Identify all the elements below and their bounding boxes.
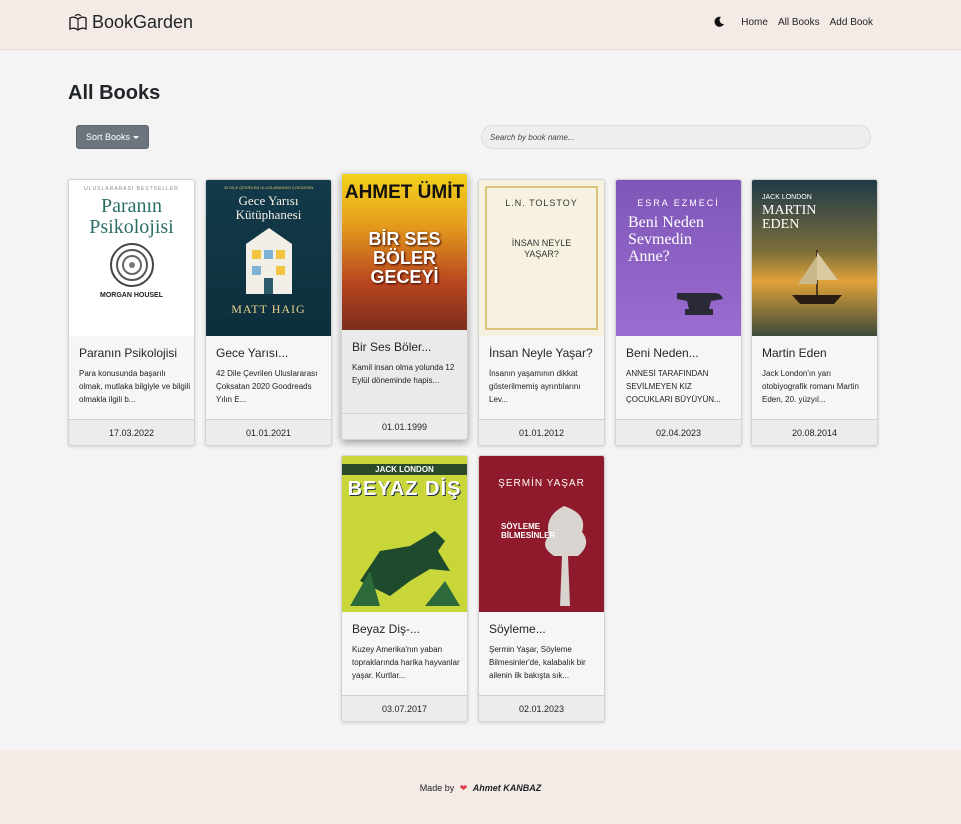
cover-title: Paranın Psikolojisi	[89, 195, 174, 238]
book-date: 17.03.2022	[69, 419, 194, 445]
cover-title: BEYAZ DİŞ	[347, 478, 462, 500]
cover-title: Beni Neden Sevmedin Anne?	[628, 214, 704, 265]
footer-author: Ahmet KANBAZ	[472, 783, 542, 793]
book-title: Paranın Psikolojisi	[79, 346, 178, 360]
book-cover: L.N. TOLSTOY İNSAN NEYLE YAŞAR?	[479, 180, 604, 336]
nav-home-link[interactable]: Home	[741, 17, 768, 28]
house-illustration-icon	[246, 228, 292, 294]
cover-author: ESRA EZMECİ	[637, 198, 720, 208]
book-date: 01.01.2021	[206, 419, 331, 445]
book-date: 02.04.2023	[616, 419, 741, 445]
book-description: Jack London'ın yarı otobiyografik romanı…	[762, 369, 859, 404]
search-input[interactable]	[481, 125, 871, 149]
book-cover: 42 DİLE ÇEVRİLEN ULUSLARARASI ÇOKSATAN G…	[206, 180, 331, 336]
book-description: Kamil insan olma yolunda 12 Eylül dönemi…	[352, 363, 455, 385]
cover-author: JACK LONDON	[762, 194, 812, 201]
caret-down-icon	[133, 135, 140, 139]
book-title: Bir Ses Böler...	[352, 340, 432, 354]
footer-made-by: Made by	[419, 783, 455, 793]
cover-author: ŞERMİN YAŞAR	[498, 478, 585, 489]
cover-author: JACK LONDON	[342, 464, 467, 475]
book-title: Söyleme...	[489, 622, 546, 636]
sort-books-label: Sort Books	[85, 132, 131, 142]
wolf-illustration-icon	[350, 531, 460, 606]
book-cover: AHMET ÜMİT BİR SES BÖLER GECEYİ	[342, 174, 467, 330]
book-description: ANNESİ TARAFINDAN SEVİLMEYEN KIZ ÇOCUKLA…	[626, 369, 721, 404]
book-description: Para konusunda başarılı olmak, mutlaka b…	[79, 369, 191, 404]
book-date: 01.01.2012	[479, 419, 604, 445]
cover-title: SÖYLEME BİLMESİNLER	[501, 522, 556, 540]
cover-tagline: 42 DİLE ÇEVRİLEN ULUSLARARASI ÇOKSATAN	[223, 185, 314, 190]
book-card[interactable]: ESRA EZMECİ Beni Neden Sevmedin Anne? Be…	[615, 179, 742, 446]
book-date: 03.07.2017	[342, 695, 467, 721]
book-card[interactable]: JACK LONDON BEYAZ DİŞ Beyaz Diş-... Kuze…	[341, 455, 468, 722]
tree-illustration-icon	[545, 506, 587, 606]
book-title: Beni Neden...	[626, 346, 699, 360]
book-logo-icon	[69, 13, 87, 31]
book-cover: ŞERMİN YAŞAR SÖYLEME BİLMESİNLER	[479, 456, 604, 612]
book-card[interactable]: JACK LONDON MARTIN EDEN Martin Eden Jack…	[751, 179, 878, 446]
moon-icon[interactable]	[713, 16, 725, 28]
book-cover: ULUSLARARASI BESTSELLER Paranın Psikoloj…	[69, 180, 194, 336]
cover-author: AHMET ÜMİT	[344, 182, 465, 203]
book-title: İnsan Neyle Yaşar?	[489, 346, 593, 360]
cover-title: MARTIN EDEN	[762, 203, 817, 232]
book-card[interactable]: ULUSLARARASI BESTSELLER Paranın Psikoloj…	[68, 179, 195, 446]
book-description: Kuzey Amerika'nın yaban topraklarında ha…	[352, 645, 460, 680]
cover-author: L.N. TOLSTOY	[505, 198, 578, 208]
sailing-ship-icon	[792, 250, 842, 304]
cover-tagline: ULUSLARARASI BESTSELLER	[84, 186, 179, 192]
anvil-icon	[677, 293, 723, 315]
navbar: BookGarden Home All Books Add Book	[0, 0, 961, 50]
footer: Made by ❤ Ahmet KANBAZ	[0, 750, 961, 824]
book-title: Beyaz Diş-...	[352, 622, 421, 636]
book-card[interactable]: AHMET ÜMİT BİR SES BÖLER GECEYİ Bir Ses …	[341, 173, 468, 440]
book-card[interactable]: L.N. TOLSTOY İNSAN NEYLE YAŞAR? İnsan Ne…	[478, 179, 605, 446]
sort-books-button[interactable]: Sort Books	[76, 125, 149, 149]
book-cover: JACK LONDON BEYAZ DİŞ	[342, 456, 467, 612]
book-date: 01.01.1999	[342, 413, 467, 439]
book-description: 42 Dile Çevrilen Uluslararası Çoksatan 2…	[216, 369, 318, 404]
book-description: İnsanın yaşamının dikkat gösterilmemiş a…	[489, 369, 581, 404]
book-date: 02.01.2023	[479, 695, 604, 721]
brand-name: BookGarden	[92, 12, 194, 32]
book-title: Martin Eden	[762, 346, 827, 360]
book-card[interactable]: ŞERMİN YAŞAR SÖYLEME BİLMESİNLER Söyleme…	[478, 455, 605, 722]
cover-author: MORGAN HOUSEL	[100, 292, 163, 299]
maze-brain-icon	[110, 243, 154, 287]
nav-all-books-link[interactable]: All Books	[778, 17, 820, 28]
book-cover: ESRA EZMECİ Beni Neden Sevmedin Anne?	[616, 180, 741, 336]
heart-icon: ❤	[459, 783, 468, 793]
nav-links: Home All Books Add Book	[713, 16, 873, 28]
brand-link[interactable]: BookGarden	[68, 12, 193, 33]
nav-add-book-link[interactable]: Add Book	[830, 17, 873, 28]
cover-author: MATT HAIG	[231, 302, 306, 316]
cover-title: BİR SES BÖLER GECEYİ	[368, 229, 441, 287]
cover-title: İNSAN NEYLE YAŞAR?	[511, 238, 572, 259]
book-card[interactable]: 42 DİLE ÇEVRİLEN ULUSLARARASI ÇOKSATAN G…	[205, 179, 332, 446]
book-date: 20.08.2014	[752, 419, 877, 445]
page-title: All Books	[68, 82, 161, 104]
cover-title: Gece Yarısı Kütüphanesi	[235, 193, 302, 222]
book-cover: JACK LONDON MARTIN EDEN	[752, 180, 877, 336]
book-title: Gece Yarısı...	[216, 346, 289, 360]
book-description: Şermin Yaşar, Söyleme Bilmesinler'de, ka…	[489, 645, 586, 680]
